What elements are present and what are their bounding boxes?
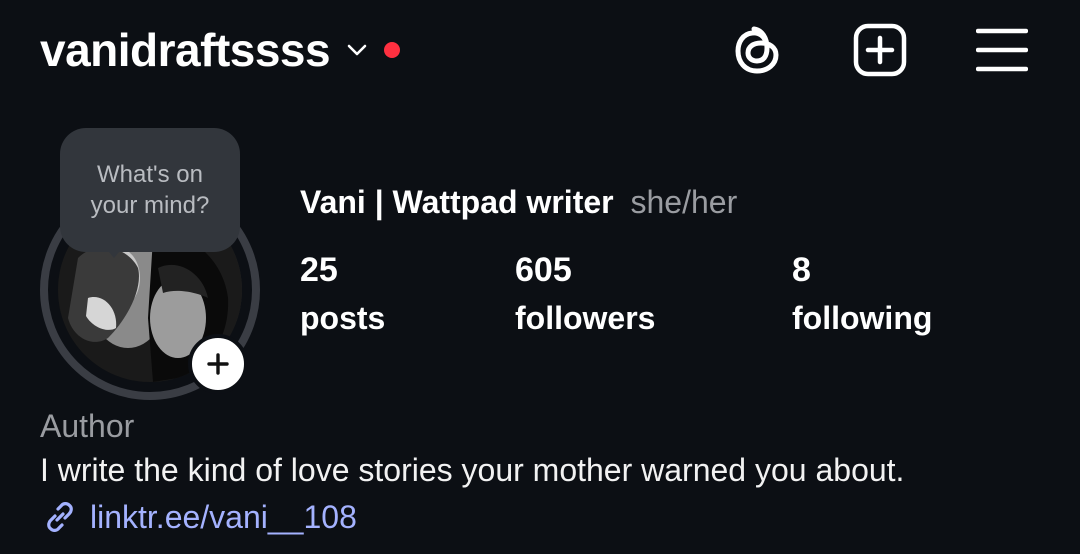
- stat-posts-count: 25: [300, 251, 338, 289]
- note-bubble-tail: [104, 246, 124, 258]
- username-title: vanidraftssss: [40, 24, 331, 76]
- stat-following[interactable]: 8 following: [792, 250, 932, 346]
- profile-category: Author: [40, 408, 135, 444]
- profile-page: vanidraftssss What's on your mind? Vani …: [0, 0, 1080, 554]
- bio-link[interactable]: linktr.ee/vani__108: [40, 497, 357, 537]
- stat-followers-label: followers: [515, 300, 656, 336]
- plus-icon: [207, 353, 229, 375]
- stat-followers[interactable]: 605 followers: [515, 250, 655, 346]
- note-bubble-text: What's on your mind?: [90, 161, 210, 219]
- add-story-button[interactable]: [188, 334, 248, 394]
- bio-text: I write the kind of love stories your mo…: [40, 452, 905, 488]
- notification-dot: [384, 42, 401, 58]
- chevron-down-icon: [344, 37, 370, 63]
- display-name: Vani | Wattpad writer: [300, 184, 614, 220]
- stat-following-label: following: [792, 300, 933, 336]
- name-row: Vani | Wattpad writer she/her: [300, 184, 737, 221]
- link-icon: [40, 497, 80, 537]
- stat-followers-count: 605: [515, 251, 572, 289]
- pronouns: she/her: [630, 184, 738, 220]
- stat-posts[interactable]: 25 posts: [300, 250, 385, 346]
- threads-icon[interactable]: [730, 22, 786, 78]
- account-switcher[interactable]: vanidraftssss: [40, 23, 401, 77]
- stat-following-count: 8: [792, 251, 811, 289]
- bio-link-text: linktr.ee/vani__108: [90, 498, 357, 535]
- menu-icon[interactable]: [974, 22, 1030, 78]
- header-actions: [730, 22, 1030, 78]
- stat-posts-label: posts: [300, 300, 386, 336]
- create-post-icon[interactable]: [852, 22, 908, 78]
- note-bubble[interactable]: What's on your mind?: [60, 128, 240, 252]
- profile-header: vanidraftssss: [40, 18, 1030, 82]
